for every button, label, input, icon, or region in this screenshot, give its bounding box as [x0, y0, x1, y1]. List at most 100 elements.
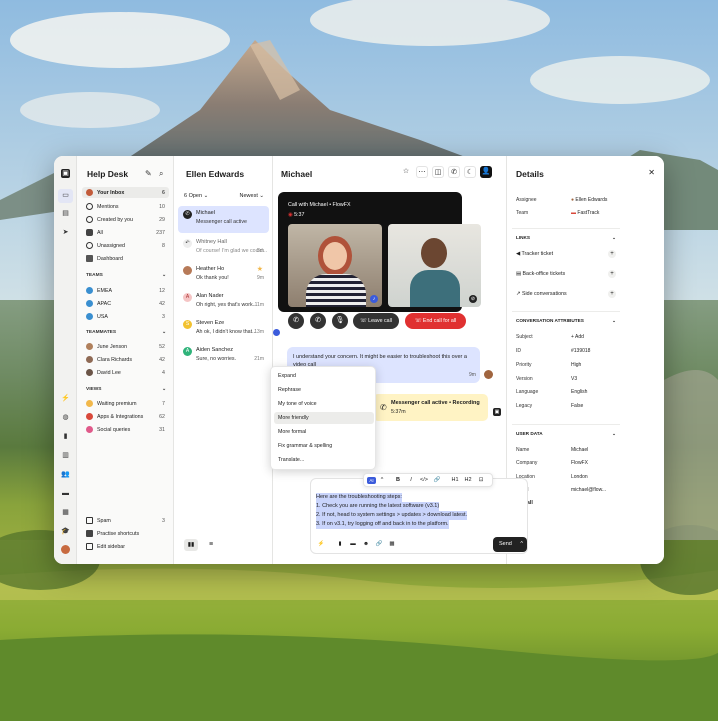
embed-icon[interactable]: ⊡: [476, 477, 486, 483]
user-data-row[interactable]: Name Michael: [516, 447, 616, 453]
attribute-row[interactable]: ID #139018: [516, 348, 616, 354]
links-section-header[interactable]: LINKS ⌄: [512, 228, 620, 241]
more-icon[interactable]: ⋯: [416, 166, 428, 178]
attachment-icon[interactable]: 🔗: [374, 541, 384, 547]
sidebar-item-apac[interactable]: APAC 42: [82, 298, 169, 309]
sidebar-item-all[interactable]: All 237: [82, 227, 169, 238]
sidebar-item-practise-shortcuts[interactable]: Practise shortcuts: [82, 528, 169, 539]
snooze-icon[interactable]: ◫: [432, 166, 444, 178]
sidebar-item-david-lee[interactable]: David Lee 4: [82, 367, 169, 378]
menu-item-expand[interactable]: Expand: [274, 370, 374, 382]
attribute-row[interactable]: Version V3: [516, 376, 616, 382]
sidebar-item-clara-richards[interactable]: Clara Richards 42: [82, 354, 169, 365]
menu-item-translate[interactable]: Translate...: [274, 454, 374, 466]
bolt-icon[interactable]: ⚡: [61, 394, 70, 403]
open-filter-dropdown[interactable]: 6 Open ⌄: [184, 193, 208, 199]
people-icon[interactable]: 👥: [61, 470, 70, 479]
sidebar-item-june-jenson[interactable]: June Jenson 52: [82, 341, 169, 352]
leave-call-button[interactable]: ☏ Leave call: [353, 313, 399, 329]
italic-icon[interactable]: I: [406, 477, 416, 483]
search-icon[interactable]: ⌕: [159, 169, 163, 179]
assignee-row[interactable]: Assignee ● Ellen Edwards: [516, 197, 616, 203]
sidebar-item-edit-sidebar[interactable]: Edit sidebar: [82, 541, 169, 552]
link-side-conversations[interactable]: ↗ Side conversations +: [516, 290, 616, 298]
composer-text-input[interactable]: Here are the troubleshooting steps: 1. C…: [316, 493, 468, 529]
attribute-row[interactable]: Legacy False: [516, 403, 616, 409]
teams-section-header[interactable]: TEAMS ⌄: [86, 273, 166, 278]
add-icon[interactable]: +: [608, 250, 616, 258]
emoji-icon[interactable]: ☻: [361, 541, 371, 547]
list-item-michael[interactable]: ✆ Michael Messenger call active: [178, 206, 269, 233]
list-item-steven-eze[interactable]: S Steven Eze Ah ok, I didn't know that..…: [178, 316, 269, 343]
add-icon[interactable]: +: [608, 290, 616, 298]
attribute-row[interactable]: Priority High: [516, 362, 616, 368]
sidebar-item-spam[interactable]: Spam 3: [82, 515, 169, 526]
bolt-icon[interactable]: ⚡: [316, 541, 326, 547]
menu-item-more-formal[interactable]: More formal: [274, 426, 374, 438]
messages-icon[interactable]: ▬: [61, 489, 70, 498]
list-item-heather-ho[interactable]: Heather Ho Ok thank you! ★ 9m: [178, 262, 269, 289]
inbox-icon[interactable]: ▭: [58, 189, 73, 203]
sort-dropdown[interactable]: Newest ⌄: [240, 193, 264, 199]
bulb-icon[interactable]: ◍: [61, 413, 70, 422]
call-phone-button[interactable]: ✆: [288, 313, 304, 329]
link-tracker-ticket[interactable]: ◀ Tracker ticket +: [516, 250, 616, 258]
send-button[interactable]: Send ^: [493, 537, 527, 552]
views-section-header[interactable]: VIEWS ⌄: [86, 387, 166, 392]
sidebar-item-apps-integrations[interactable]: Apps & Integrations 62: [82, 411, 169, 422]
hold-button[interactable]: ✆: [310, 313, 326, 329]
menu-item-more-friendly[interactable]: More friendly: [274, 412, 374, 424]
add-icon[interactable]: +: [608, 270, 616, 278]
sidebar-item-your-inbox[interactable]: Your Inbox 6: [82, 187, 169, 198]
heading1-icon[interactable]: H1: [450, 477, 460, 483]
list-item-alan-nader[interactable]: A Alan Nader Oh right, yes that's work..…: [178, 289, 269, 316]
profile-toggle-icon[interactable]: 👤: [480, 166, 492, 178]
layout-list-icon[interactable]: ≡: [204, 539, 218, 551]
teammates-section-header[interactable]: TEAMMATES ⌄: [86, 330, 166, 335]
team-row[interactable]: Team ▬ FastTrack: [516, 210, 616, 216]
macro-icon[interactable]: ▬: [348, 541, 358, 547]
academy-icon[interactable]: 🎓: [61, 527, 70, 536]
send-icon[interactable]: ➤: [61, 228, 70, 237]
end-call-for-all-button[interactable]: ☏ End call for all: [405, 313, 466, 329]
menu-item-fix-grammar[interactable]: Fix grammar & spelling: [274, 440, 374, 452]
ai-button[interactable]: AI: [367, 477, 376, 484]
star-icon[interactable]: ☆: [400, 166, 412, 178]
sidebar-item-social-queries[interactable]: Social queries 31: [82, 424, 169, 435]
menu-item-my-tone[interactable]: My tone of voice: [274, 398, 374, 410]
bold-icon[interactable]: B: [393, 477, 403, 483]
sidebar-item-usa[interactable]: USA 3: [82, 311, 169, 322]
apps-grid-icon[interactable]: ▦: [61, 508, 70, 517]
contacts-icon[interactable]: ▤: [61, 209, 70, 218]
sidebar-item-mentions[interactable]: Mentions 10: [82, 201, 169, 212]
compose-icon[interactable]: ✎: [145, 169, 152, 178]
sidebar-item-created-by-you[interactable]: Created by you 29: [82, 214, 169, 225]
user-data-row[interactable]: Emailmichael@flow...: [516, 487, 616, 493]
attribute-row[interactable]: Subject + Add: [516, 334, 616, 340]
menu-item-rephrase[interactable]: Rephrase: [274, 384, 374, 396]
sidebar-item-waiting-premium[interactable]: Waiting premium 7: [82, 398, 169, 409]
attributes-section-header[interactable]: CONVERSATION ATTRIBUTES ⌄: [512, 311, 620, 324]
list-item-whitney-hall[interactable]: ↶ Whitney Hall Of course! I'm glad we co…: [178, 235, 269, 262]
close-icon[interactable]: ✕: [648, 168, 655, 177]
heading2-icon[interactable]: H2: [463, 477, 473, 483]
user-data-section-header[interactable]: USER DATA ⌄: [512, 424, 620, 437]
sidebar-item-emea[interactable]: EMEA 12: [82, 285, 169, 296]
code-icon[interactable]: </>: [419, 477, 429, 483]
layout-split-icon[interactable]: ▮▮: [184, 539, 198, 551]
chevron-up-icon[interactable]: ^: [520, 537, 523, 552]
mute-microphone-button[interactable]: 🎙: [332, 313, 348, 329]
reports-icon[interactable]: ▥: [61, 451, 70, 460]
book-icon[interactable]: ▮: [61, 432, 70, 441]
user-data-row[interactable]: Location London: [516, 474, 616, 480]
user-avatar[interactable]: [61, 545, 70, 554]
user-data-row[interactable]: Company FlowFX: [516, 460, 616, 466]
phone-icon[interactable]: ✆: [448, 166, 460, 178]
app-logo-icon[interactable]: ▣: [61, 169, 70, 178]
attribute-row[interactable]: Language English: [516, 389, 616, 395]
article-icon[interactable]: ▮: [335, 541, 345, 547]
sidebar-item-unassigned[interactable]: Unassigned 8: [82, 240, 169, 251]
sidebar-item-dashboard[interactable]: Dashboard: [82, 253, 169, 264]
dark-mode-icon[interactable]: ☾: [464, 166, 476, 178]
list-item-aiden-sanchez[interactable]: A Aiden Sanchez Sure, no worries. 21m: [178, 343, 269, 370]
